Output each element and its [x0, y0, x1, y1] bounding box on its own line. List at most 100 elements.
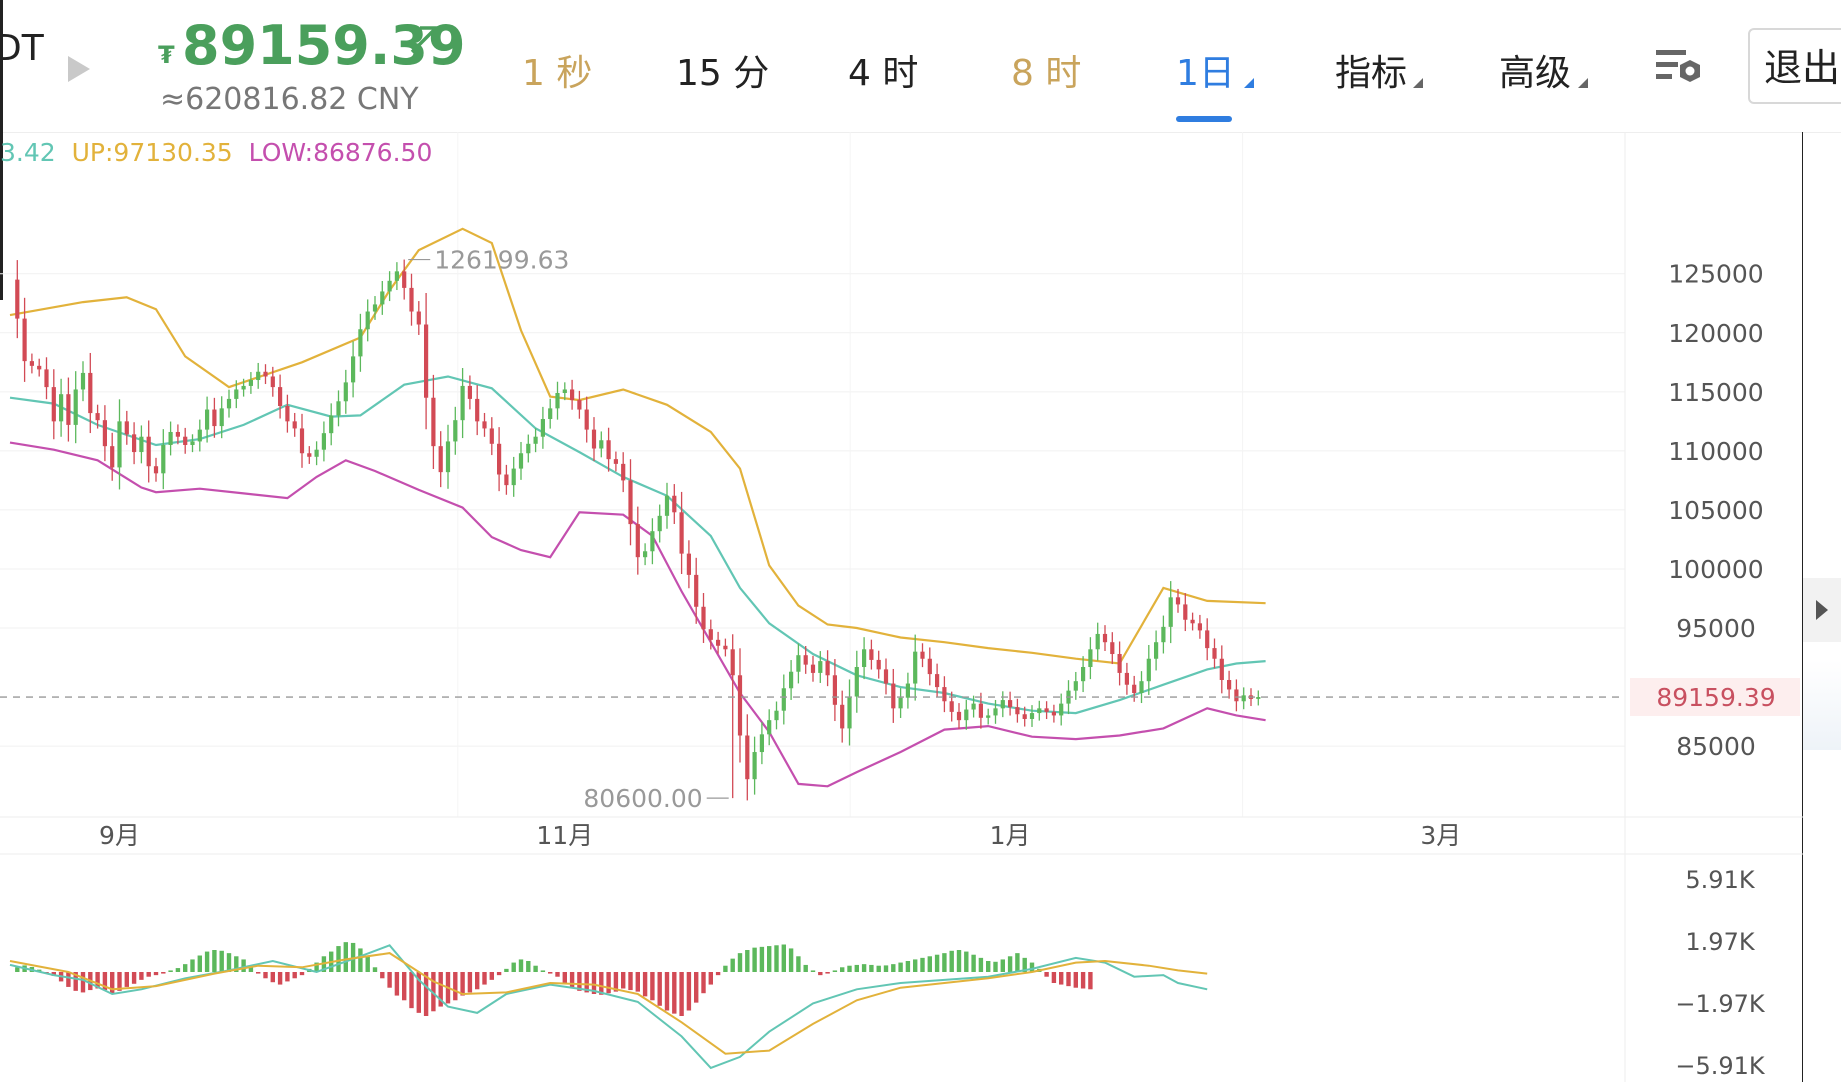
candle-body	[745, 735, 750, 780]
candle-body	[643, 551, 648, 558]
macd-histogram-bar	[737, 953, 743, 972]
macd-tick-label: −1.97K	[1675, 990, 1766, 1018]
candle-body	[664, 495, 670, 516]
candle-body	[402, 271, 407, 288]
macd-histogram-bar	[854, 964, 859, 972]
macd-histogram-bar	[496, 972, 502, 976]
tab-8h[interactable]: 8 时	[1011, 44, 1081, 96]
candle-body	[1175, 597, 1181, 605]
macd-histogram-bar	[460, 972, 465, 996]
price-tick-label: 115000	[1668, 378, 1763, 407]
macd-histogram-bar	[752, 947, 757, 972]
current-price-tag: 89159.39	[1656, 683, 1775, 712]
macd-histogram-bar	[518, 959, 524, 972]
candle-body	[190, 441, 195, 445]
macd-histogram-bar	[701, 972, 706, 994]
time-tick-label: 3月	[1420, 821, 1461, 850]
candle-body	[110, 446, 115, 468]
macd-histogram-bar	[657, 972, 662, 1006]
candle-body	[1081, 667, 1086, 682]
active-tab-indicator	[1176, 116, 1232, 122]
macd-histogram-bar	[175, 968, 181, 972]
macd-histogram-bar	[66, 972, 71, 987]
candle-body	[336, 401, 341, 416]
candle-body	[898, 697, 903, 709]
candle-body	[1256, 697, 1261, 699]
candle-body	[891, 683, 896, 709]
candle-body	[299, 428, 305, 454]
macd-histogram-bar	[876, 965, 881, 972]
tab-1d[interactable]: 1日	[1176, 44, 1235, 96]
trend-up-arrow-icon	[410, 26, 438, 54]
macd-histogram-bar	[920, 957, 925, 972]
macd-histogram-bar	[263, 972, 268, 979]
macd-histogram-bar	[788, 948, 794, 972]
candle-body	[270, 376, 275, 388]
macd-histogram-bar	[942, 953, 947, 972]
macd-histogram-bar	[343, 942, 348, 972]
macd-tick-label: 1.97K	[1685, 928, 1755, 956]
macd-histogram-bar	[621, 972, 626, 989]
macd-histogram-bar	[818, 972, 823, 976]
tab-4h[interactable]: 4 时	[848, 44, 918, 96]
macd-histogram-bar	[861, 964, 867, 972]
candle-body	[562, 389, 567, 394]
price-tick-label: 100000	[1668, 555, 1763, 584]
macd-histogram-bar	[745, 950, 750, 972]
candle-body	[1132, 684, 1137, 693]
candle-body	[701, 606, 706, 630]
candle-body	[22, 318, 27, 362]
candle-body	[774, 710, 779, 721]
candle-body	[234, 389, 239, 399]
candle-body	[1168, 597, 1173, 627]
candle-body	[825, 661, 830, 676]
macd-histogram-bar	[394, 972, 400, 996]
candle-body	[949, 701, 954, 712]
candle-body	[628, 480, 633, 525]
candle-body	[1037, 708, 1042, 714]
candle-body	[80, 372, 86, 390]
macd-histogram-bar	[402, 972, 407, 1001]
candle-body	[789, 671, 794, 689]
candle-body	[518, 453, 524, 469]
dropdown-triangle-icon	[1578, 78, 1588, 88]
candle-body	[533, 436, 538, 444]
expand-panel-button[interactable]	[1803, 578, 1841, 642]
macd-histogram-bar	[869, 964, 874, 972]
macd-histogram-bar	[372, 967, 378, 972]
tab-1s[interactable]: 1 秒	[522, 44, 592, 96]
macd-histogram-bar	[810, 970, 816, 972]
candle-body	[818, 661, 823, 673]
candle-body	[672, 495, 677, 513]
kline-chart[interactable]: 126199.63 80600.00 89159.39 125000 120000 1…	[0, 132, 1803, 1082]
candle-body	[212, 409, 217, 427]
candle-body	[497, 443, 502, 475]
macd-histogram-bar	[1007, 956, 1013, 972]
macd-histogram-bar	[978, 957, 984, 972]
candle-body	[44, 369, 49, 388]
tab-indicators[interactable]: 指标	[1335, 44, 1407, 96]
macd-dea-line	[9, 952, 1208, 1055]
tab-advanced[interactable]: 高级	[1499, 44, 1571, 96]
candle-body	[716, 639, 721, 646]
tab-15m[interactable]: 15 分	[676, 44, 769, 96]
macd-histogram-bar	[540, 970, 546, 972]
price-tick-label: 95000	[1676, 614, 1756, 643]
candle-body	[372, 304, 378, 312]
macd-histogram-bar	[131, 972, 137, 984]
candle-body	[394, 271, 399, 281]
candle-body	[956, 711, 962, 721]
candle-body	[635, 524, 640, 558]
macd-histogram-bar	[153, 972, 159, 976]
exit-button[interactable]: 退出	[1748, 28, 1841, 104]
macd-histogram-bar	[825, 972, 830, 974]
chart-settings-icon[interactable]	[1654, 46, 1706, 90]
macd-histogram-bar	[796, 956, 801, 972]
candle-body	[416, 311, 421, 325]
candle-body	[1205, 630, 1210, 649]
candle-body	[278, 387, 283, 406]
candle-body	[1008, 700, 1013, 708]
candle-body	[1190, 619, 1195, 624]
play-icon[interactable]	[68, 56, 90, 82]
macd-histogram-bar	[1073, 972, 1078, 988]
